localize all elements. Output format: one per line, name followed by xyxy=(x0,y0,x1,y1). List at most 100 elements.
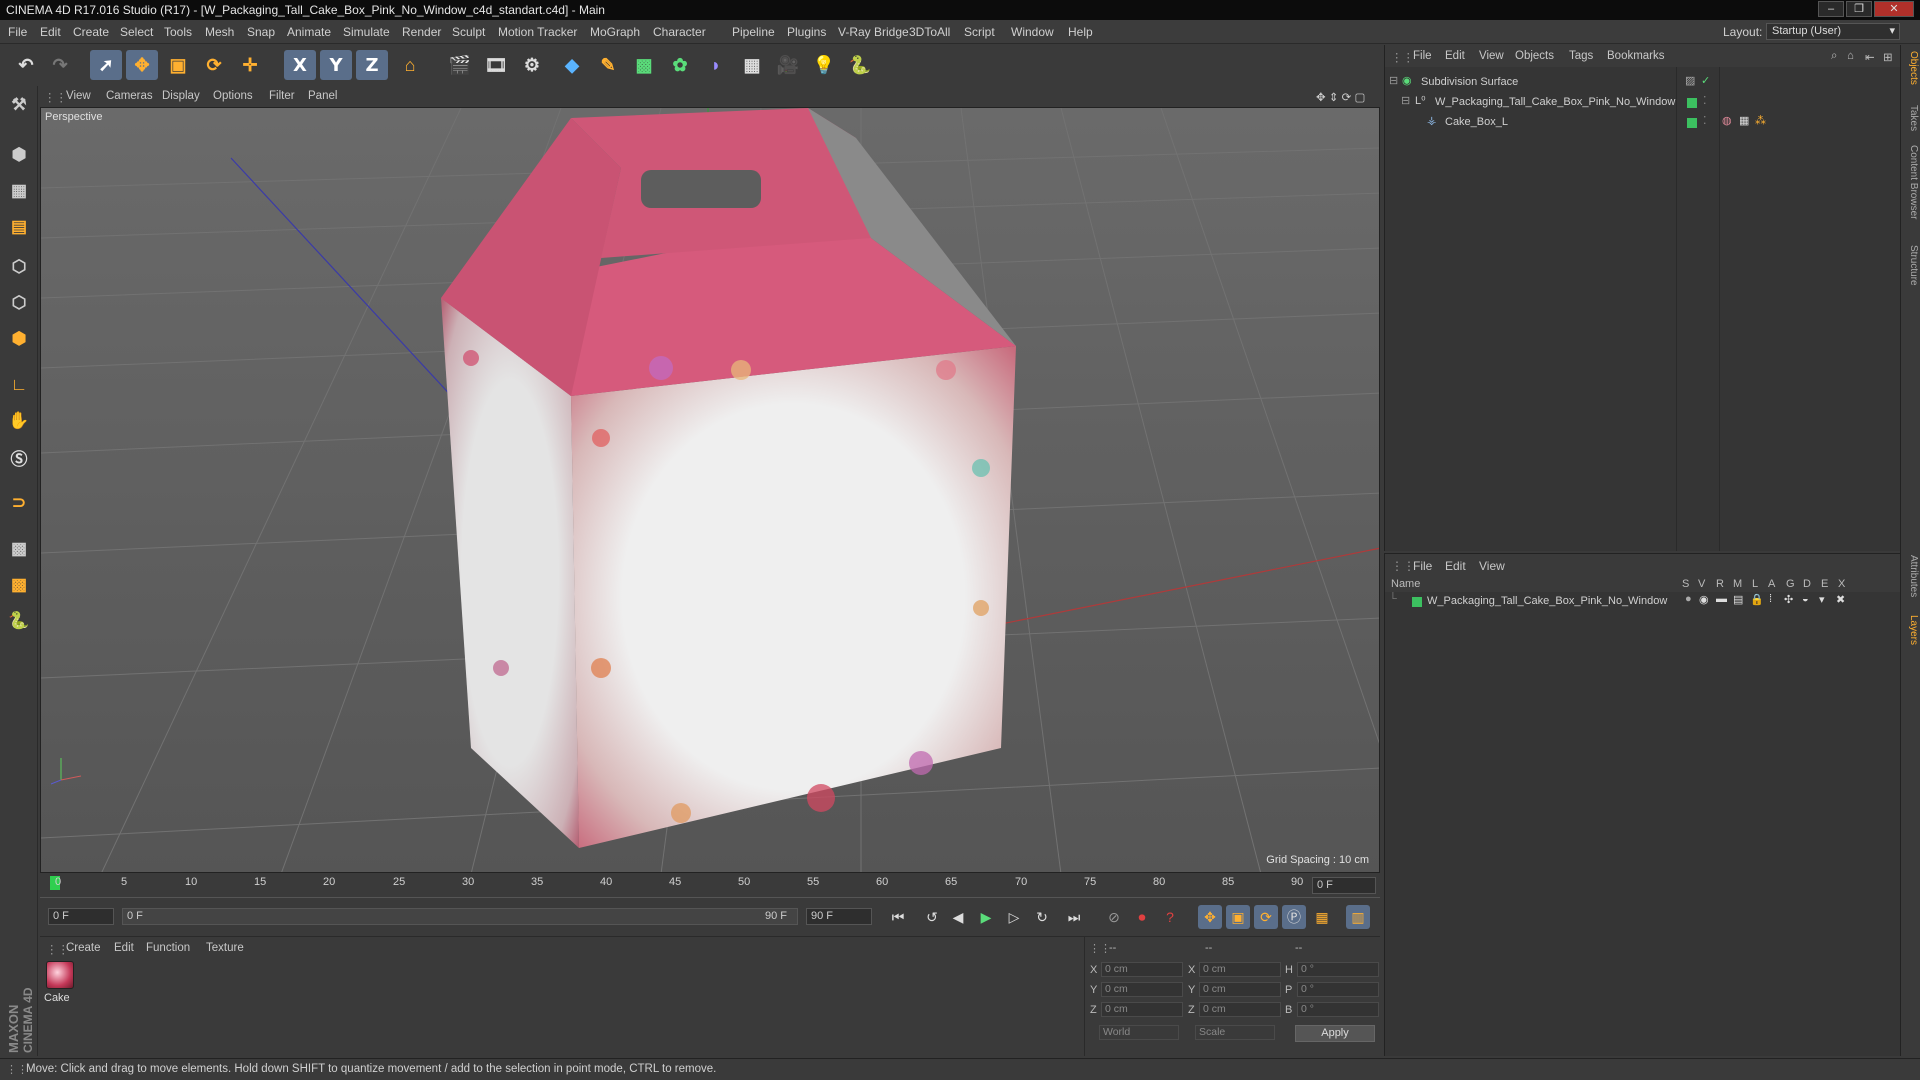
lock-icon[interactable]: 🔒 xyxy=(1750,593,1764,606)
subdivision-icon[interactable]: ▩ xyxy=(628,50,660,80)
next-key-icon[interactable]: ↻ xyxy=(1030,905,1054,929)
column-name[interactable]: Name xyxy=(1391,578,1420,590)
material-item[interactable]: Cake xyxy=(40,937,80,1007)
scale-icon[interactable]: ▣ xyxy=(162,50,194,80)
collapse-icon[interactable]: ⊟ xyxy=(1401,94,1410,107)
menu-edit[interactable]: Edit xyxy=(40,25,61,39)
menu-plugins[interactable]: Plugins xyxy=(787,25,826,39)
column-xref[interactable]: X xyxy=(1838,578,1845,590)
light-icon[interactable]: 💡 xyxy=(808,50,840,80)
material-menu-function[interactable]: Function xyxy=(146,942,190,954)
menu-character[interactable]: Character xyxy=(653,25,706,39)
column-locked[interactable]: L xyxy=(1752,578,1758,590)
timeline-window-icon[interactable]: ▥ xyxy=(1346,905,1370,929)
select-arrow-icon[interactable]: ➚ xyxy=(90,50,122,80)
column-expressions[interactable]: E xyxy=(1821,578,1828,590)
drag-handle-icon[interactable]: ⋮⋮ xyxy=(1391,559,1415,573)
coordinate-system-icon[interactable]: ⌂ xyxy=(394,50,426,80)
tab-takes[interactable]: Takes xyxy=(1903,105,1919,131)
viewport-menu-filter[interactable]: Filter xyxy=(269,90,295,102)
phong-tag-icon[interactable]: ⁂ xyxy=(1755,114,1766,127)
magnet-icon[interactable]: ⊃ xyxy=(4,488,34,518)
camera-icon[interactable]: 🎥 xyxy=(772,50,804,80)
pen-spline-icon[interactable]: ✎ xyxy=(592,50,624,80)
rotation-h-field[interactable]: 0 ° xyxy=(1297,962,1379,977)
check-icon[interactable]: ✓ xyxy=(1701,74,1710,87)
y-axis-icon[interactable]: Y xyxy=(320,50,352,80)
end-frame-field[interactable]: 90 F xyxy=(806,908,872,925)
texture-tag-icon[interactable]: ▦ xyxy=(1739,114,1749,127)
keyframe-selection-icon[interactable]: ? xyxy=(1158,905,1182,929)
xref-icon[interactable]: ✖ xyxy=(1836,593,1845,606)
move-icon[interactable]: ✥ xyxy=(126,50,158,80)
tab-objects[interactable]: Objects xyxy=(1903,51,1919,85)
material-menu-edit[interactable]: Edit xyxy=(114,942,134,954)
object-row[interactable]: ⊟ ◉ Subdivision Surface ▨ ✓ xyxy=(1385,74,1901,92)
parameter-key-icon[interactable]: Ⓟ xyxy=(1282,905,1306,929)
menu-file[interactable]: File xyxy=(8,25,27,39)
tab-layers[interactable]: Layers xyxy=(1903,615,1919,645)
menu-mograph[interactable]: MoGraph xyxy=(590,25,640,39)
model-mode-icon[interactable]: ⬢ xyxy=(4,140,34,170)
column-animation[interactable]: A xyxy=(1768,578,1775,590)
object-menu-bookmarks[interactable]: Bookmarks xyxy=(1607,50,1665,62)
next-frame-icon[interactable]: ▷ xyxy=(1002,905,1026,929)
render-icon[interactable]: ▬ xyxy=(1716,593,1727,605)
move-tool-icon[interactable]: ✛ xyxy=(234,50,266,80)
menu-animate[interactable]: Animate xyxy=(287,25,331,39)
rotation-b-field[interactable]: 0 ° xyxy=(1297,1002,1379,1017)
polygons-mode-icon[interactable]: ⬢ xyxy=(4,324,34,354)
size-y-field[interactable]: 0 cm xyxy=(1199,982,1281,997)
menu-vray-bridge[interactable]: V-Ray Bridge xyxy=(838,25,909,39)
x-axis-icon[interactable]: X xyxy=(284,50,316,80)
column-render[interactable]: R xyxy=(1716,578,1724,590)
layout-select[interactable]: Startup (User) ▾ xyxy=(1766,23,1900,40)
column-generators[interactable]: G xyxy=(1786,578,1795,590)
grid-snap-icon[interactable]: ▩ xyxy=(4,534,34,564)
object-menu-tags[interactable]: Tags xyxy=(1569,50,1593,62)
viewport-menu-panel[interactable]: Panel xyxy=(308,90,337,102)
menu-snap[interactable]: Snap xyxy=(247,25,275,39)
position-z-field[interactable]: 0 cm xyxy=(1101,1002,1183,1017)
workplane-icon[interactable]: ▤ xyxy=(4,212,34,242)
edit-icon[interactable]: ▨ xyxy=(1685,74,1695,87)
new-window-icon[interactable]: ⊞ xyxy=(1883,50,1893,64)
manager-icon[interactable]: ▤ xyxy=(1733,593,1743,606)
rotation-key-icon[interactable]: ⟳ xyxy=(1254,905,1278,929)
viewport-nav-icons[interactable]: ✥ ⇕ ⟳ ▢ xyxy=(1316,90,1365,104)
layer-row[interactable]: └ W_Packaging_Tall_Cake_Box_Pink_No_Wind… xyxy=(1385,593,1901,611)
back-icon[interactable]: ⇤ xyxy=(1865,50,1875,64)
viewport-menu-display[interactable]: Display xyxy=(162,90,200,102)
go-to-end-icon[interactable]: ⏭ xyxy=(1062,905,1086,929)
array-icon[interactable]: ✿ xyxy=(664,50,696,80)
start-frame-field[interactable]: 0 F xyxy=(48,908,114,925)
tab-structure[interactable]: Structure xyxy=(1903,245,1919,286)
object-menu-view[interactable]: View xyxy=(1479,50,1504,62)
object-menu-file[interactable]: File xyxy=(1413,50,1432,62)
points-mode-icon[interactable]: ⬡ xyxy=(4,252,34,282)
column-solo[interactable]: S xyxy=(1682,578,1689,590)
rotate-icon[interactable]: ⟳ xyxy=(198,50,230,80)
menu-sculpt[interactable]: Sculpt xyxy=(452,25,485,39)
tweak-mode-icon[interactable]: ✋ xyxy=(4,406,34,436)
menu-tools[interactable]: Tools xyxy=(164,25,192,39)
expression-icon[interactable]: ▾ xyxy=(1819,593,1825,606)
snap-icon[interactable]: Ⓢ xyxy=(4,442,34,472)
edges-mode-icon[interactable]: ⬡ xyxy=(4,288,34,318)
render-settings-icon[interactable]: ⚙ xyxy=(516,50,548,80)
object-row[interactable]: ⊟ L⁰ W_Packaging_Tall_Cake_Box_Pink_No_W… xyxy=(1385,94,1901,112)
point-level-key-icon[interactable]: ▦ xyxy=(1310,905,1334,929)
render-view-icon[interactable]: 🎬 xyxy=(444,50,476,80)
column-deformers[interactable]: D xyxy=(1803,578,1811,590)
visibility-dots-icon[interactable]: ⁚ xyxy=(1703,94,1707,107)
menu-script[interactable]: Script xyxy=(964,25,995,39)
coordinate-mode-select[interactable]: World xyxy=(1099,1025,1179,1040)
play-icon[interactable]: ▶ xyxy=(974,905,998,929)
menu-select[interactable]: Select xyxy=(120,25,153,39)
python-icon[interactable]: 🐍 xyxy=(844,50,876,80)
rotation-p-field[interactable]: 0 ° xyxy=(1297,982,1379,997)
close-button[interactable]: ✕ xyxy=(1874,1,1914,17)
make-editable-icon[interactable]: ⚒ xyxy=(4,90,34,120)
record-keys-icon[interactable]: ⊘ xyxy=(1102,905,1126,929)
menu-help[interactable]: Help xyxy=(1068,25,1093,39)
